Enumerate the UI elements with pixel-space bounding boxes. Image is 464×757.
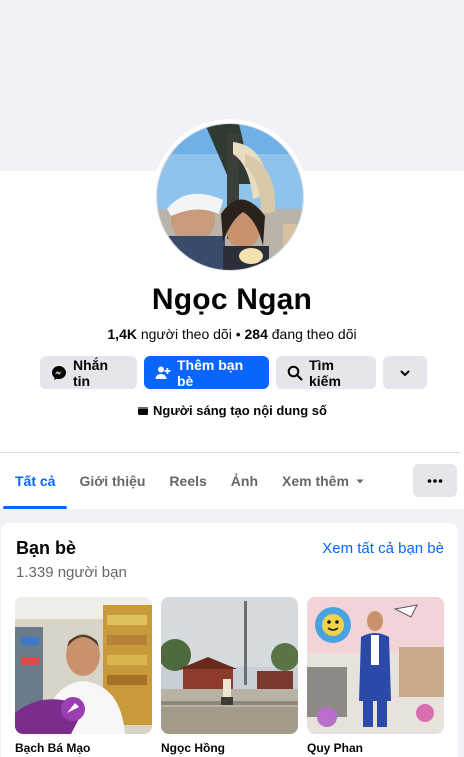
friend-photo[interactable] — [161, 597, 298, 734]
tab-all-label: Tất cả — [15, 473, 56, 489]
messenger-icon — [52, 365, 66, 380]
tab-reels-label: Reels — [169, 473, 207, 489]
friend-photo[interactable] — [307, 597, 444, 734]
search-button[interactable]: Tìm kiếm — [276, 356, 376, 389]
add-friend-icon — [155, 366, 171, 379]
friends-section: Bạn bè 1.339 người bạn Xem tất cả bạn bè — [1, 523, 458, 757]
stats-separator: • — [235, 326, 241, 342]
profile-avatar[interactable] — [152, 119, 308, 275]
followers-count[interactable]: 1,4K — [107, 326, 137, 342]
following-label[interactable]: đang theo dõi — [272, 326, 357, 342]
friend-card[interactable]: Ngọc Hồng — [161, 597, 298, 755]
caret-down-icon — [356, 479, 364, 484]
friends-count: 1.339 người bạn — [16, 564, 127, 581]
more-icon — [427, 478, 443, 483]
message-button[interactable]: Nhắn tin — [40, 356, 137, 389]
chevron-down-icon — [400, 370, 410, 376]
profile-actions: Nhắn tin Thêm bạn bè Tìm kiếm — [40, 356, 427, 389]
friend-photo[interactable] — [15, 597, 152, 734]
avatar-photo — [156, 123, 304, 271]
friends-title: Bạn bè — [16, 538, 77, 558]
profile-name: Ngọc Ngạn — [151, 283, 313, 316]
tab-photos-label: Ảnh — [230, 473, 258, 489]
tab-reels[interactable]: Reels — [157, 453, 218, 509]
add-friend-button-label: Thêm bạn bè — [177, 356, 244, 389]
tab-photos[interactable]: Ảnh — [219, 453, 270, 509]
search-icon — [287, 365, 303, 380]
following-count[interactable]: 284 — [245, 326, 268, 342]
message-button-label: Nhắn tin — [73, 356, 108, 389]
more-actions-button[interactable] — [383, 356, 427, 389]
creator-label: Người sáng tạo nội dung số — [153, 403, 327, 418]
friend-name[interactable]: Bạch Bá Mạo — [15, 741, 152, 755]
follow-stats: 1,4K người theo dõi • 284 đang theo dõi — [0, 326, 464, 342]
tab-all[interactable]: Tất cả — [0, 453, 68, 509]
friend-card[interactable]: Bạch Bá Mạo — [15, 597, 152, 755]
add-friend-button[interactable]: Thêm bạn bè — [144, 356, 269, 389]
friend-card[interactable]: Quy Phan — [307, 597, 444, 755]
tabs-more-button[interactable] — [413, 464, 457, 497]
see-all-friends-link[interactable]: Xem tất cả bạn bè — [322, 540, 444, 557]
creator-icon — [138, 406, 149, 415]
search-button-label: Tìm kiếm — [309, 356, 341, 389]
friend-name[interactable]: Quy Phan — [307, 741, 444, 755]
creator-badge: Người sáng tạo nội dung số — [0, 403, 464, 418]
tab-about-label: Giới thiệu — [79, 473, 146, 489]
tab-about[interactable]: Giới thiệu — [67, 453, 157, 509]
followers-label[interactable]: người theo dõi — [141, 326, 232, 342]
friend-name[interactable]: Ngọc Hồng — [161, 741, 298, 755]
tab-see-more[interactable]: Xem thêm — [270, 453, 377, 509]
profile-tabs: Tất cả Giới thiệu Reels Ảnh Xem thêm — [0, 453, 464, 509]
tab-see-more-label: Xem thêm — [282, 473, 349, 489]
